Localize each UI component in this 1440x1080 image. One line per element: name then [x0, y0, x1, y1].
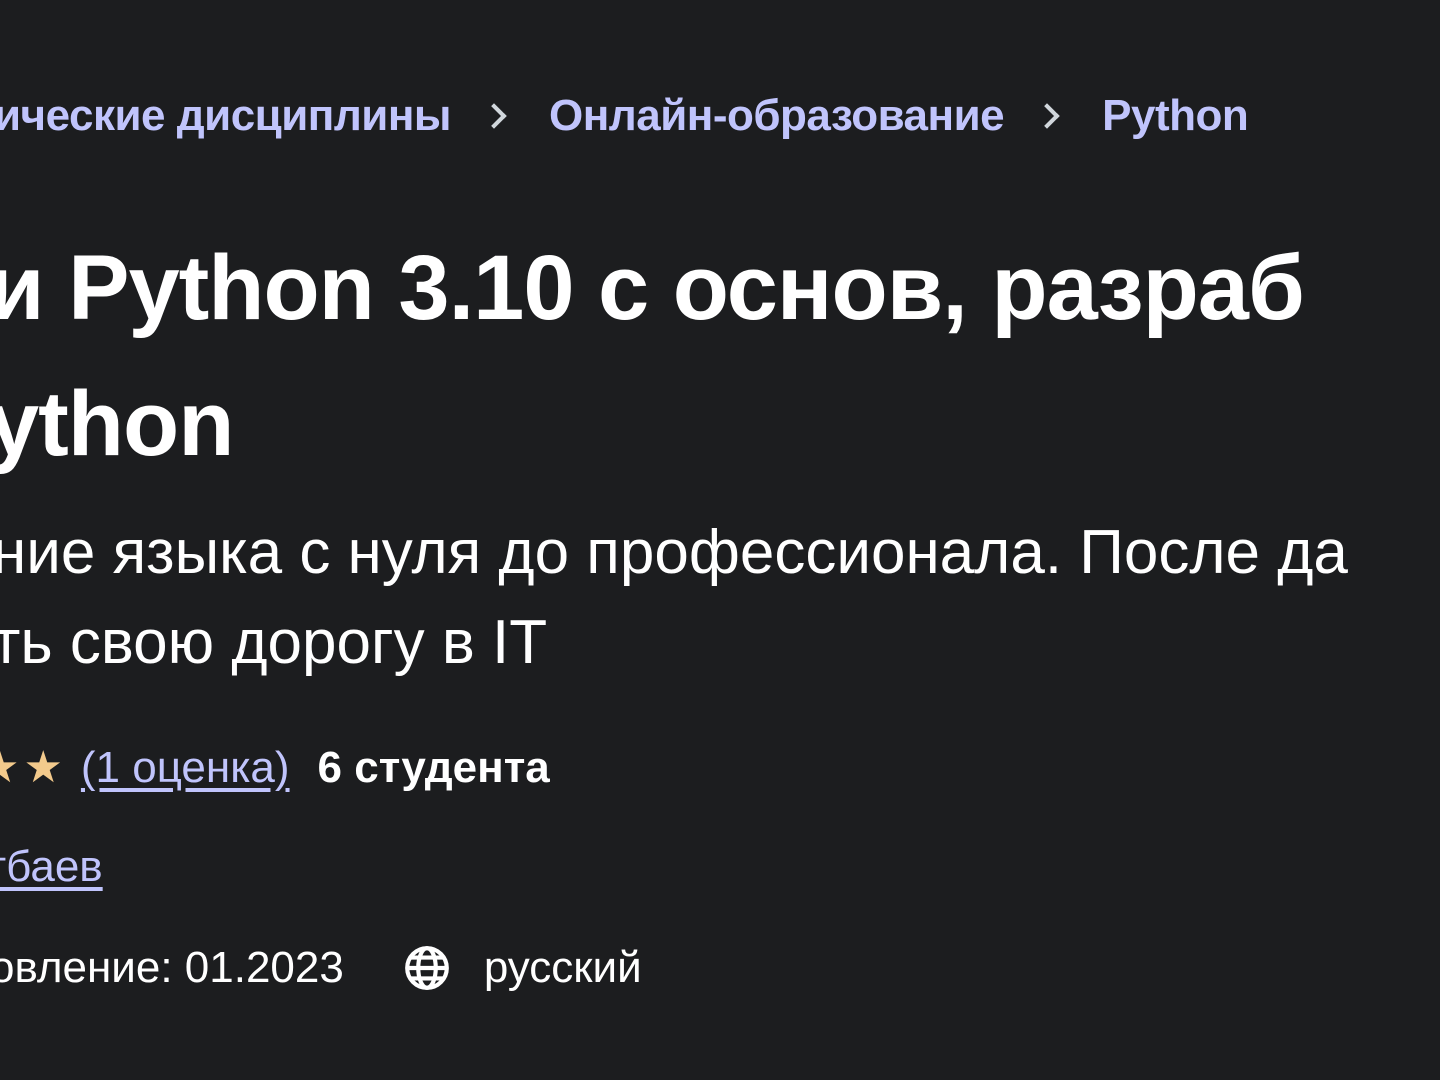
chevron-right-icon — [481, 103, 507, 129]
course-subtitle-line-1: ние языка с нуля до профессионала. После… — [0, 518, 1348, 587]
course-subtitle-line-2: ть свою дорогу в IT — [0, 608, 548, 677]
rating-count-link[interactable]: (1 оценка) — [81, 743, 290, 793]
course-language: русский — [483, 943, 642, 992]
star-icon: ★ — [23, 743, 63, 792]
course-subtitle: ние языка с нуля до профессионала. После… — [0, 508, 1440, 688]
breadcrumb-item-category[interactable]: ические дисциплины — [0, 91, 452, 141]
rating-stars: ★ ★ — [0, 746, 63, 790]
globe-icon — [402, 943, 452, 993]
breadcrumb-item-topic[interactable]: Python — [1102, 91, 1249, 141]
last-updated: овление: 01.2023 — [0, 943, 344, 992]
rating-row: ★ ★ (1 оценка) 6 студента — [0, 738, 550, 798]
course-header: ические дисциплины Онлайн-образование Py… — [0, 0, 1440, 1080]
course-title: и Python 3.10 с основ, разраб ython — [0, 220, 1440, 492]
star-icon: ★ — [0, 746, 19, 790]
course-title-line-1: и Python 3.10 с основ, разраб — [0, 237, 1305, 339]
chevron-right-icon — [1034, 103, 1060, 129]
course-meta-row: овление: 01.2023 русский — [0, 938, 642, 998]
course-title-line-2: ython — [0, 373, 234, 475]
breadcrumb-item-subcategory[interactable]: Онлайн-образование — [549, 91, 1005, 141]
students-count: 6 студента — [317, 743, 550, 792]
breadcrumb: ические дисциплины Онлайн-образование Py… — [0, 86, 1249, 146]
instructor-link[interactable]: тбаев — [0, 842, 103, 902]
